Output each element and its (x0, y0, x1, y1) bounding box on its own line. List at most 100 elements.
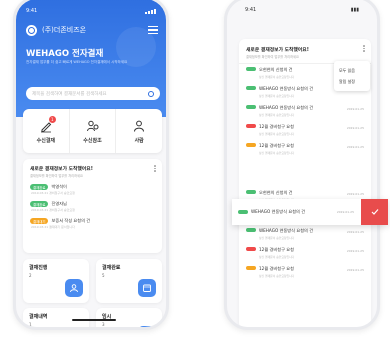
menu-item-mark-all-read[interactable]: 모두 읽음 (339, 65, 365, 76)
quick-item-receive-approval[interactable]: 1 수신결재 (23, 109, 70, 153)
notice-row[interactable]: 결재완료 진영자님 2019.03.21 경비청구서 승인요청 (30, 201, 155, 212)
notice-row-text: 진영자님 (51, 201, 67, 206)
more-options-icon[interactable] (363, 45, 365, 52)
menu-item-notification-settings[interactable]: 알림 설정 (339, 76, 365, 87)
left-phone-frame: 9:41 (주)더존비즈온 WEHAGO 전자결재 전자결재 업무를 더 쉽고 … (13, 0, 169, 330)
status-bar: 9:41 ▮▮▮ (245, 7, 359, 15)
notice-card[interactable]: 새로운 결재정보가 도착했어요! 결재정보를 확인하여 업무를 처리하세요 결재… (23, 159, 162, 253)
item-date: 2019.01.25 (346, 192, 364, 196)
tile-title: 결재진행 (29, 265, 48, 271)
item-sub: 상신 결재문서 승인요청입니다 (259, 235, 295, 240)
quick-item-label: 사람 (134, 137, 144, 144)
status-time: 9:41 (26, 8, 38, 14)
status-badge (246, 247, 256, 251)
list-item[interactable]: 12월 경비청구 요청 상신 결재문서 승인요청입니다 2019.01.25 (239, 244, 371, 263)
notice-row[interactable]: 결재대기 보증서 작성 요청의 건 2019.03.21 결재대기 문서입니다 (30, 218, 155, 229)
item-sub: 상신 결재문서 승인요청입니다 (259, 254, 295, 259)
item-title: 12월 경비청구 요청 (259, 143, 294, 148)
item-title: 오현현의 신청의 건 (259, 190, 293, 195)
tile-count: 5 (102, 273, 105, 278)
tile-count: 1 (29, 322, 32, 327)
status-time: 9:41 (245, 7, 257, 13)
status-badge (246, 266, 256, 270)
item-sub: 상신 결재문서 승인요청입니다 (259, 93, 295, 98)
item-date: 2019.01.25 (346, 107, 364, 111)
item-title: WEHAGO 연동방식 요청의 건 (259, 228, 314, 233)
search-icon[interactable] (148, 90, 154, 97)
item-sub: 상신 결재문서 승인요청입니다 (259, 112, 295, 117)
tile-count: 2 (29, 273, 32, 278)
notice-subtitle: 결재정보를 확인하여 업무를 처리하세요 (30, 174, 83, 178)
item-title: 12월 경비청구 요청 (259, 266, 294, 271)
item-title: 12월 경비청구 요청 (259, 247, 294, 252)
item-sub: 상신 결재문서 승인요청입니다 (259, 273, 295, 278)
notice-row-meta: 2019.03.21 경비청구서 승인요청 (31, 208, 75, 212)
person-icon (132, 119, 146, 133)
hamburger-menu-icon[interactable] (148, 26, 158, 34)
right-phone-frame: 9:41 ▮▮▮ 새로운 결재정보가 도착했어요! 결재정보를 확인하여 업무를… (224, 0, 380, 330)
list-subtitle: 결재정보를 확인하여 업무를 처리하세요 (246, 55, 299, 59)
swipe-spacer (239, 159, 371, 187)
edit-fab-icon[interactable] (138, 326, 156, 327)
item-sub: 상신 결재문서 승인요청입니다 (259, 150, 295, 155)
status-badge: 결재완료 (30, 201, 49, 207)
list-item[interactable]: WEHAGO 연동방식 요청의 건 상신 결재문서 승인요청입니다 2019.0… (239, 102, 371, 121)
status-badge (246, 67, 256, 71)
person-fab-icon[interactable] (65, 279, 83, 297)
status-badge (246, 124, 256, 128)
list-item[interactable]: WEHAGO 연동방식 요청의 건 상신 결재문서 승인요청입니다 2019.0… (239, 225, 371, 244)
status-badge (246, 105, 256, 109)
swiped-list-item[interactable]: WEHAGO 연동방식 요청의 건 2019.01.25 (232, 199, 388, 225)
home-indicator (72, 319, 116, 321)
status-badge (246, 143, 256, 147)
list-item[interactable]: 12월 경비청구 요청 상신 결재문서 승인요청입니다 2019.01.25 (239, 140, 371, 159)
app-subtitle: 전자결재 업무를 더 쉽고 빠르게 WEHAGO 전자결재에서 시작하세요 (26, 60, 128, 64)
item-sub: 상신 결재문서 승인요청입니다 (259, 131, 295, 136)
tile-in-progress[interactable]: 결재진행 2 (23, 259, 89, 303)
notification-badge: 1 (48, 115, 56, 123)
item-date: 2019.01.25 (346, 230, 364, 234)
item-title: 12월 경비청구 요청 (259, 124, 294, 129)
pen-icon: 1 (39, 115, 56, 133)
status-badge (246, 86, 256, 90)
status-badge (246, 190, 256, 194)
tile-title: 결재완료 (102, 265, 121, 271)
quick-item-label: 수신참조 (83, 137, 102, 144)
signal-icon (145, 8, 156, 14)
item-title: WEHAGO 연동방식 요청의 건 (251, 209, 306, 214)
list-title: 새로운 결재정보가 도착했어요! (246, 48, 309, 53)
notice-row-meta: 2019.03.21 경비청구서 승인요청 (31, 191, 75, 195)
notice-row-text: 박영석이 (51, 184, 67, 189)
status-bar: 9:41 (26, 7, 156, 15)
item-date: 2019.01.25 (346, 145, 364, 149)
notice-row-meta: 2019.03.21 결재대기 문서입니다 (31, 225, 75, 229)
delete-button[interactable] (361, 199, 388, 225)
more-options-icon[interactable] (154, 165, 156, 172)
search-input[interactable]: 제목을 검색하여 결재문서를 검색하세요 (26, 87, 160, 100)
status-badge: 결재대기 (30, 218, 49, 224)
item-date: 2019.01.25 (346, 126, 364, 130)
notice-row-text: 보증서 작성 요청의 건 (51, 218, 91, 223)
item-date: 2019.01.25 (346, 249, 364, 253)
status-badge: 결재완료 (30, 184, 49, 190)
list-item[interactable]: 12월 경비청구 요청 상신 결재문서 승인요청입니다 2019.01.25 (239, 263, 371, 282)
quick-item-person[interactable]: 사람 (116, 109, 162, 153)
search-placeholder: 제목을 검색하여 결재문서를 검색하세요 (32, 91, 107, 97)
app-title: WEHAGO 전자결재 (26, 49, 104, 59)
status-badge (238, 210, 248, 214)
options-dropdown: 모두 읽음 알림 설정 (334, 61, 370, 91)
quick-item-label: 수신결재 (36, 137, 56, 144)
item-title: WEHAGO 연동방식 요청의 건 (259, 105, 314, 110)
quick-item-receive-reference[interactable]: 수신참조 (70, 109, 117, 153)
item-date: 2019.01.25 (336, 210, 354, 214)
notice-row[interactable]: 결재완료 박영석이 2019.03.21 경비청구서 승인요청 (30, 184, 155, 195)
status-badge (246, 228, 256, 232)
list-item[interactable]: 12월 경비청구 요청 상신 결재문서 승인요청입니다 2019.01.25 (239, 121, 371, 140)
battery-icon: ▮▮▮ (350, 7, 359, 13)
calendar-fab-icon[interactable] (138, 279, 156, 297)
company-logo-icon (26, 24, 37, 36)
check-icon (371, 209, 378, 215)
company-name: (주)더존비즈온 (42, 26, 87, 34)
tile-completed[interactable]: 결재완료 5 (96, 259, 162, 303)
quick-menu: 1 수신결재 수신참조 사람 (23, 109, 162, 153)
